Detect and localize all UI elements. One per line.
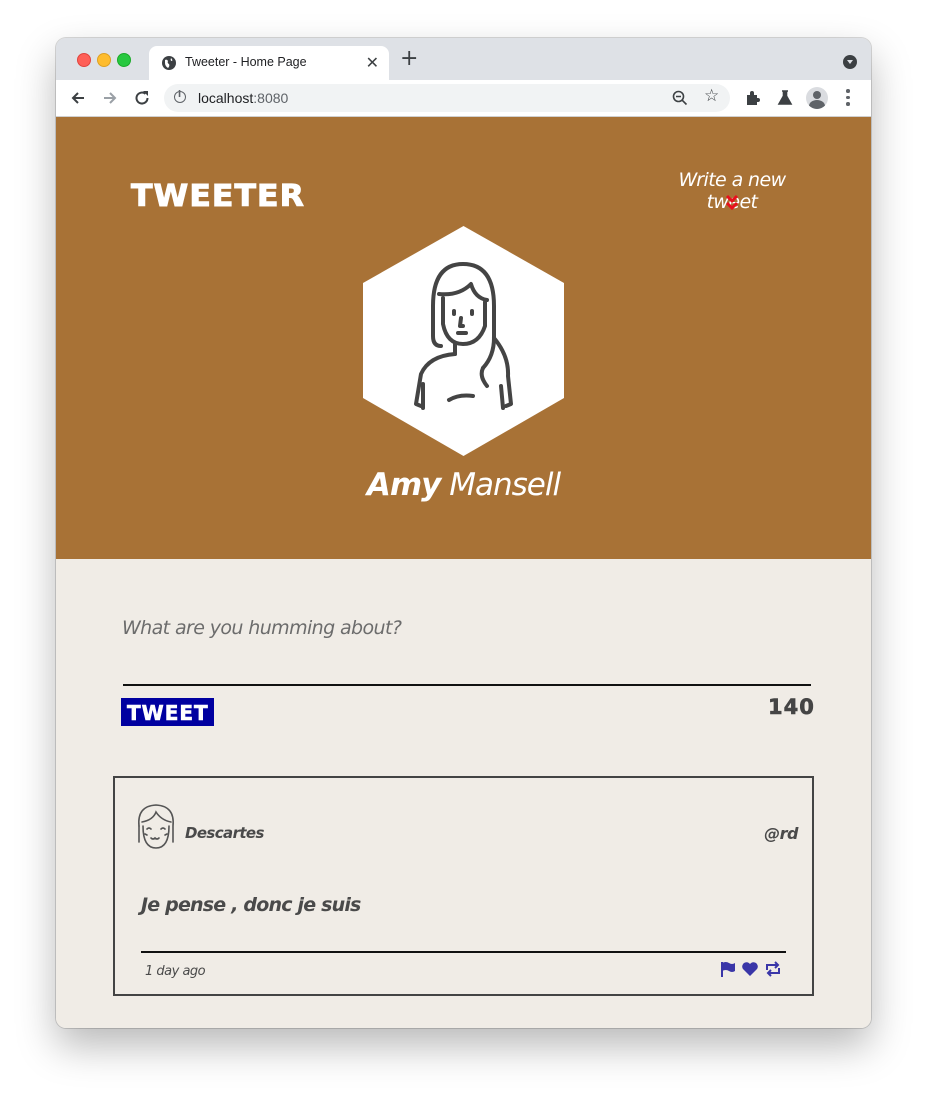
page-content: TWEETER Write a new tweet Amy Mansell Wh…: [56, 117, 871, 1028]
character-counter: 140: [768, 695, 815, 720]
tweet-author-handle: @rd: [764, 824, 798, 843]
user-last-name: Mansell: [449, 467, 561, 503]
window-maximize-button[interactable]: [117, 53, 131, 67]
tweet-divider: [141, 951, 786, 953]
window-minimize-button[interactable]: [97, 53, 111, 67]
new-tab-button[interactable]: +: [400, 48, 418, 70]
site-info-icon[interactable]: [174, 90, 186, 103]
tweet-content: Je pense , donc je suis: [141, 894, 361, 916]
double-chevron-down-icon[interactable]: [725, 193, 739, 213]
tweet-textarea[interactable]: What are you humming about?: [122, 617, 402, 639]
tab-close-icon[interactable]: ✕: [366, 53, 379, 72]
extensions-puzzle-icon[interactable]: [743, 88, 763, 108]
site-logo[interactable]: TWEETER: [130, 179, 305, 215]
menu-kebab-icon[interactable]: [846, 89, 850, 109]
browser-tab[interactable]: Tweeter - Home Page ✕: [149, 46, 389, 80]
window-close-button[interactable]: [77, 53, 91, 67]
tweet-card: Descartes @rd Je pense , donc je suis 1 …: [113, 776, 814, 996]
tab-search-icon[interactable]: [843, 55, 857, 69]
user-first-name: Amy: [366, 467, 442, 503]
browser-toolbar: localhost:8080 ☆: [56, 80, 871, 117]
tweet-author-name: Descartes: [185, 824, 264, 842]
zoom-out-icon[interactable]: [672, 90, 688, 106]
heart-icon[interactable]: [741, 961, 759, 977]
forward-arrow-icon[interactable]: [100, 88, 120, 108]
tweet-timestamp: 1 day ago: [145, 964, 206, 979]
profile-avatar-icon[interactable]: [806, 87, 828, 109]
flag-icon[interactable]: [719, 961, 737, 977]
address-bar[interactable]: localhost:8080 ☆: [164, 84, 730, 112]
reload-icon[interactable]: [132, 88, 152, 108]
tweet-submit-button[interactable]: TWEET: [121, 698, 214, 726]
labs-flask-icon[interactable]: [775, 88, 795, 108]
url-text[interactable]: localhost:8080: [198, 90, 288, 106]
profile-header: TWEETER Write a new tweet Amy Mansell: [56, 117, 871, 559]
tab-strip: Tweeter - Home Page ✕ +: [56, 38, 871, 80]
tab-title: Tweeter - Home Page: [185, 55, 307, 69]
browser-window: Tweeter - Home Page ✕ + localhost:8080 ☆: [56, 38, 871, 1028]
profile-username: Amy Mansell: [56, 467, 871, 503]
back-arrow-icon[interactable]: [68, 88, 88, 108]
bookmark-star-icon[interactable]: ☆: [704, 88, 719, 105]
composer-divider: [123, 684, 811, 686]
user-avatar-hexagon: [363, 226, 564, 456]
globe-icon: [162, 56, 176, 70]
tweet-author-avatar: [138, 804, 174, 849]
retweet-icon[interactable]: [764, 961, 782, 977]
